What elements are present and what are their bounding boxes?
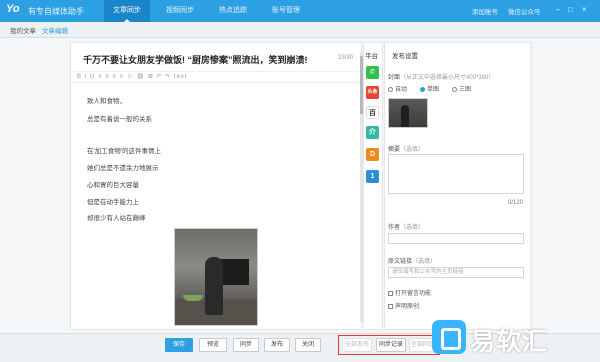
checkbox-icon [388,303,393,309]
cover-option-single[interactable]: 单图 [420,84,439,93]
summary-label-text: 摘要 [388,147,401,153]
toutiao-icon[interactable]: 头条 [366,86,379,99]
author-hint: （选填） [400,225,425,231]
body-line: 致人和食物， [87,98,126,105]
body-line: 但是在动手能力上 [87,199,139,206]
cover-label-text: 封面 [388,75,401,81]
author-label: 作者（选填） [388,222,424,231]
title-char-count: 23/30 [337,55,353,61]
cover-option-label: 单图 [427,87,440,93]
checkbox-label: 打开留言功能 [395,291,432,297]
wechat-account-link[interactable]: 微信公众号 [508,6,541,16]
bowl-shape [183,295,203,301]
checkbox-icon [388,290,393,296]
cover-option-label: 三图 [459,87,472,93]
highlight-frame [338,335,440,355]
close-icon[interactable]: × [582,5,587,14]
article-title-input[interactable]: 千万不要让女朋友学做饭! “厨房惨案”照流出，笑到崩溃! [83,53,308,66]
cover-hint: （从正文中选择最小尺寸400*300） [400,75,495,81]
summary-textarea[interactable] [388,154,524,194]
tab-article-edit[interactable]: 文章编辑 [42,25,68,35]
preview-button[interactable]: 预览 [199,338,227,352]
cover-thumbnail[interactable] [388,98,428,128]
close-button[interactable]: 关闭 [295,338,321,352]
body-line: 心和胃的巨大容量 [87,182,139,189]
publish-button[interactable]: 发布 [264,338,290,352]
radio-icon [388,86,393,92]
tv-shape [219,259,249,285]
cover-option-label: 自动 [395,87,408,93]
body-line: 总是有着说一般的关系 [87,116,152,123]
cover-label: 封面（从正文中选择最小尺寸400*300） [388,72,494,81]
yidian-icon[interactable]: 介 [366,126,379,139]
cover-option-triple[interactable]: 三图 [452,84,471,93]
tab-account-manage[interactable]: 账号管理 [263,0,309,22]
editor-toolbar[interactable]: B I U ≡ ≡ ≡ ≡ ☺ ⛓ ⊞ ↶ ↷ text [73,71,359,83]
minimize-icon[interactable]: – [556,5,560,14]
summary-char-count: 0/120 [508,200,524,206]
author-input[interactable] [388,233,524,244]
source-link-input[interactable]: 请仅填写和公众号的主页链接 [388,267,524,278]
tab-article-sync[interactable]: 文章同步 [104,0,150,22]
body-line: 在'加工食物'的这件事情上 [87,148,161,155]
source-label-text: 原文链接 [388,259,413,265]
summary-label: 摘要（选填） [388,144,424,153]
tab-my-articles[interactable]: 我的文章 [10,25,36,35]
title-bar: Yo 有专自媒体助手 文章同步 视频同步 热点追踪 账号管理 添加账号 微信公众… [0,0,600,22]
declare-original-checkbox[interactable]: 声明原创 [388,301,419,310]
app-logo: Yo [6,3,20,15]
app-title: 有专自媒体助手 [28,7,84,16]
settings-header: 发布设置 [392,53,418,60]
person-shape [205,257,223,315]
platform-header: 平台 [365,53,378,60]
sync-button[interactable]: 同步 [233,338,259,352]
enable-comments-checkbox[interactable]: 打开留言功能 [388,288,431,297]
cover-option-auto[interactable]: 自动 [388,84,407,93]
body-line: 她们总是不遗余力地展示 [87,165,159,172]
body-line: 却很少有人站在巅峰 [87,215,146,222]
add-account-link[interactable]: 添加账号 [472,6,498,16]
watermark-logo-icon [432,320,466,354]
watermark-text: 易软汇 [470,328,549,356]
radio-icon [452,86,457,92]
save-button[interactable]: 保存 [165,338,193,352]
source-link-label: 原文链接（选填） [388,256,436,265]
settings-scrollbar[interactable] [530,44,532,328]
tab-hot-topics[interactable]: 热点追踪 [210,0,256,22]
qie-icon[interactable]: 1 [366,170,379,183]
summary-hint: （选填） [400,147,425,153]
sub-tab-bar: 我的文章 文章编辑 [0,22,600,38]
checkbox-label: 声明原创 [395,304,420,310]
baijia-icon[interactable]: 百 [366,106,379,119]
dayu-icon[interactable]: D [366,148,379,161]
wechat-icon[interactable]: ✆ [366,66,379,79]
author-label-text: 作者 [388,225,401,231]
article-photo[interactable] [174,228,258,326]
tab-video-sync[interactable]: 视频同步 [157,0,203,22]
source-hint: （选填） [412,259,437,265]
maximize-icon[interactable]: □ [568,5,573,14]
radio-selected-icon [420,86,425,92]
